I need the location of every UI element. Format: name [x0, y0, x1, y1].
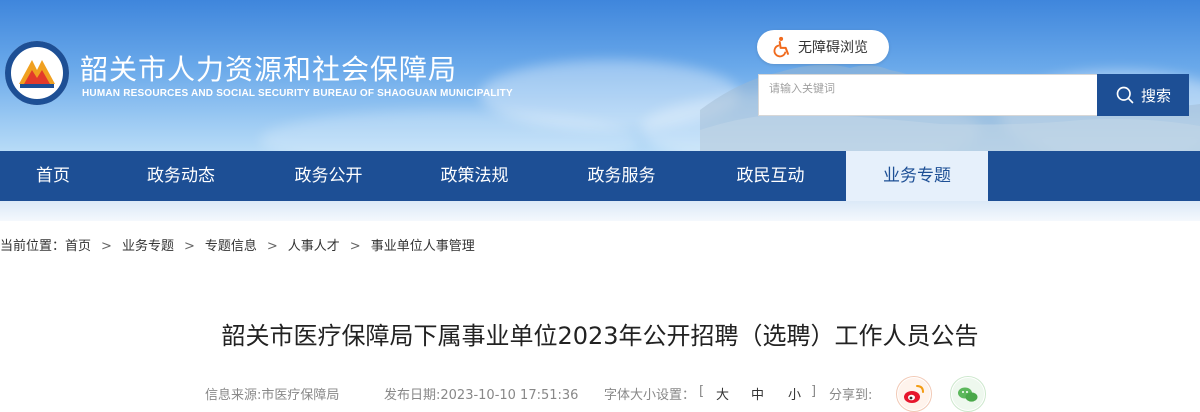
nav-item-topics[interactable]: 业务专题: [846, 151, 988, 201]
wheelchair-icon: [773, 36, 789, 58]
breadcrumb: 当前位置： 首页 > 业务专题 > 专题信息 > 人事人才 > 事业单位人事管理: [0, 238, 475, 256]
wechat-icon: [952, 378, 984, 410]
font-size-medium[interactable]: 中: [751, 384, 764, 403]
bureau-logo: [5, 41, 69, 105]
breadcrumb-personnel[interactable]: 人事人才: [288, 238, 340, 256]
accessibility-label: 无障碍浏览: [798, 40, 868, 56]
site-header: 韶关市人力资源和社会保障局 HUMAN RESOURCES AND SOCIAL…: [0, 0, 1200, 151]
search-button[interactable]: 搜索: [1097, 74, 1189, 116]
nav-item-policy[interactable]: 政策法规: [401, 151, 548, 201]
font-size-small[interactable]: 小: [788, 384, 801, 403]
site-title: 韶关市人力资源和社会保障局: [80, 53, 458, 86]
font-size-bracket-open: [: [699, 384, 705, 399]
breadcrumb-prefix: 当前位置：: [0, 239, 66, 254]
nav-item-interaction[interactable]: 政民互动: [695, 151, 846, 201]
search-input[interactable]: [758, 74, 1098, 116]
weibo-icon: [898, 378, 930, 410]
share-label: 分享到:: [829, 388, 873, 403]
breadcrumb-separator: >: [101, 239, 112, 254]
search-button-label: 搜索: [1140, 86, 1171, 105]
nav-item-news[interactable]: 政务动态: [106, 151, 256, 201]
nav-item-home[interactable]: 首页: [0, 151, 106, 201]
breadcrumb-home[interactable]: 首页: [65, 238, 91, 256]
site-subtitle: HUMAN RESOURCES AND SOCIAL SECURITY BURE…: [82, 88, 513, 99]
font-size-large[interactable]: 大: [716, 384, 729, 403]
search-icon: [1116, 86, 1134, 104]
breadcrumb-separator: >: [183, 239, 195, 254]
breadcrumb-institution-management[interactable]: 事业单位人事管理: [371, 238, 475, 256]
nav-item-disclosure[interactable]: 政务公开: [256, 151, 401, 201]
breadcrumb-topics[interactable]: 业务专题: [122, 238, 174, 256]
breadcrumb-topic-info[interactable]: 专题信息: [205, 238, 257, 256]
weibo-share-button[interactable]: [896, 376, 932, 412]
breadcrumb-separator: >: [266, 239, 278, 254]
breadcrumb-separator: >: [349, 239, 361, 254]
main-nav: 首页 政务动态 政务公开 政策法规 政务服务 政民互动 业务专题: [0, 151, 1200, 201]
article-source: 信息来源:市医疗保障局: [205, 388, 340, 403]
font-size-label: 字体大小设置：: [604, 388, 696, 403]
article-date: 发布日期:2023-10-10 17:51:36: [384, 388, 579, 403]
wechat-share-button[interactable]: [950, 376, 986, 412]
font-size-bracket-close: ]: [811, 384, 817, 399]
article-title: 韶关市医疗保障局下属事业单位2023年公开招聘（选聘）工作人员公告: [221, 322, 979, 350]
article-meta: 信息来源:市医疗保障局 发布日期:2023-10-10 17:51:36 字体大…: [0, 384, 1200, 408]
nav-item-services[interactable]: 政务服务: [548, 151, 695, 201]
nav-shadow-band: [0, 201, 1200, 221]
accessibility-button[interactable]: 无障碍浏览: [757, 30, 889, 64]
nav-filler: [988, 151, 1200, 201]
